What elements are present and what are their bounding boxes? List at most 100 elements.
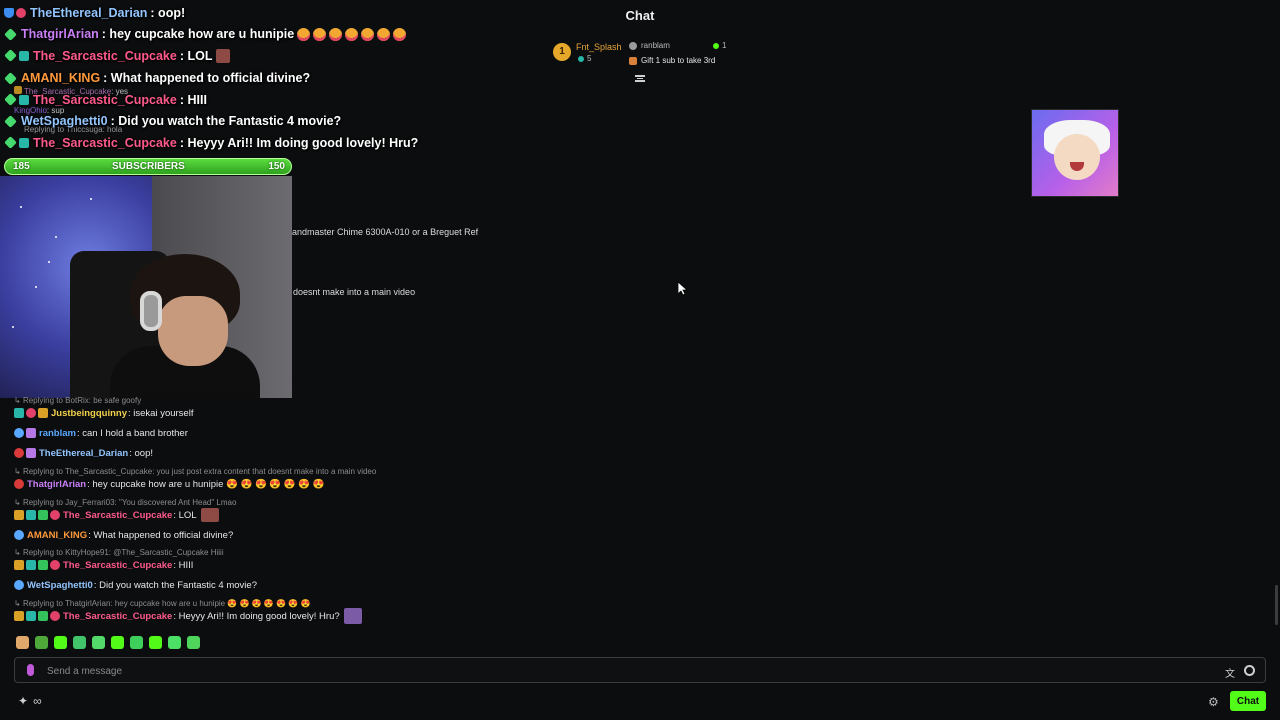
chat-username[interactable]: AMANI_KING <box>27 530 87 541</box>
chat-username[interactable]: The_Sarcastic_Cupcake <box>63 560 172 571</box>
emoji-icon[interactable] <box>1244 665 1255 676</box>
heart-badge-icon <box>50 560 60 570</box>
gifter-name[interactable]: Fnt_Splash <box>576 42 622 52</box>
overlay-message: WetSpaghetti0: Did you watch the Fantast… <box>4 110 341 132</box>
emote-icon[interactable] <box>168 636 181 649</box>
mouse-cursor-icon <box>677 281 689 296</box>
chat-text: : Did you watch the Fantastic 4 movie? <box>93 579 257 591</box>
sub-goal-current: 185 <box>13 161 30 172</box>
crown-icon <box>14 560 24 570</box>
chat-username[interactable]: TheEthereal_Darian <box>39 448 128 459</box>
emote-icon[interactable] <box>73 636 86 649</box>
collapse-icon[interactable] <box>635 75 645 83</box>
overlay-message: The_Sarcastic_Cupcake: HIII <box>4 89 207 111</box>
chat-username[interactable]: ThatgirlArian <box>27 479 86 490</box>
chat-button[interactable]: Chat <box>1230 691 1266 711</box>
infinity-icon[interactable]: ∞ <box>33 694 42 708</box>
sub-goal-label: SUBSCRIBERS <box>112 161 185 172</box>
heart-badge-icon <box>50 611 60 621</box>
chat-text: : isekai yourself <box>128 407 194 419</box>
reply-context[interactable]: Replying to BotRix: be safe goofy <box>14 396 141 405</box>
chat-message[interactable]: The_Sarcastic_Cupcake: Heyyy Ari!! Im do… <box>14 608 362 624</box>
emote-icon[interactable] <box>54 636 67 649</box>
gift-badge-icon <box>26 448 36 458</box>
sub-icon <box>713 42 719 49</box>
webcam-feed <box>0 176 292 398</box>
chat-message[interactable]: The_Sarcastic_Cupcake: HIII <box>14 558 193 572</box>
rank-badge: 1 <box>553 43 571 61</box>
recipient-name: ranblam <box>641 41 670 50</box>
heart-badge-icon <box>50 510 60 520</box>
sub-badge-icon <box>38 510 48 520</box>
sub-goal-target: 150 <box>268 161 285 172</box>
truncated-message: doesnt make into a main video <box>293 287 416 297</box>
chat-message[interactable]: The_Sarcastic_Cupcake: LOL <box>14 508 219 522</box>
chat-message[interactable]: AMANI_KING: What happened to official di… <box>14 528 233 542</box>
subscriber-badge-icon <box>26 611 36 621</box>
subscriber-icon <box>19 95 29 105</box>
emote-icon[interactable] <box>92 636 105 649</box>
subscriber-icon <box>19 51 29 61</box>
message-input[interactable] <box>47 662 1197 680</box>
subscriber-badge-icon <box>14 408 24 418</box>
gift-leaderboard[interactable]: 1 Fnt_Splash 5 ranblam 1 Gift 1 sub to t… <box>553 38 743 68</box>
subscriber-badge-icon <box>26 510 36 520</box>
gift-message: Gift 1 sub to take 3rd <box>629 56 715 65</box>
gifter-count-value: 5 <box>587 54 592 63</box>
chat-username[interactable]: The_Sarcastic_Cupcake <box>63 611 172 622</box>
subscriber-badge-icon <box>26 560 36 570</box>
emote-icon[interactable] <box>111 636 124 649</box>
reply-context[interactable]: Replying to Jay_Ferrari03: "You discover… <box>14 498 237 507</box>
chat-username[interactable]: WetSpaghetti0 <box>27 580 93 591</box>
microphone-icon[interactable] <box>27 664 34 676</box>
emote-icon[interactable] <box>149 636 162 649</box>
sub-badge-icon <box>38 611 48 621</box>
emote-icon[interactable] <box>187 636 200 649</box>
subscriber-goal-bar: 185 SUBSCRIBERS 150 <box>4 158 292 175</box>
chat-text: : can I hold a band brother <box>76 427 188 439</box>
chat-username[interactable]: ranblam <box>39 428 76 439</box>
avatar <box>14 479 24 489</box>
overlay-message: ThatgirlArian: hey cupcake how are u hun… <box>4 23 407 45</box>
recipient-count: 1 <box>713 41 726 50</box>
reply-context[interactable]: Replying to KittyHope91: @The_Sarcastic_… <box>14 548 224 557</box>
subscriber-icon <box>19 138 29 148</box>
reply-context[interactable]: Replying to ThatgirlArian: hey cupcake h… <box>14 599 310 608</box>
translate-icon[interactable]: 文 <box>1225 665 1235 680</box>
footer-left-icons: ✦ ∞ <box>18 694 42 708</box>
heart-badge-icon <box>26 408 36 418</box>
chat-username[interactable]: Justbeingquinny <box>51 408 127 419</box>
chat-message[interactable]: TheEthereal_Darian: oop! <box>14 446 153 460</box>
crown-icon <box>14 510 24 520</box>
sub-icon <box>578 55 584 62</box>
chat-text: : Heyyy Ari!! Im doing good lovely! Hru? <box>173 610 340 622</box>
avatar <box>629 41 637 50</box>
chat-username[interactable]: The_Sarcastic_Cupcake <box>63 510 172 521</box>
chat-message[interactable]: ThatgirlArian: hey cupcake how are u hun… <box>14 477 325 491</box>
chat-message[interactable]: WetSpaghetti0: Did you watch the Fantast… <box>14 578 257 592</box>
recipient[interactable]: ranblam <box>629 41 670 50</box>
chat-message[interactable]: ranblam: can I hold a band brother <box>14 426 188 440</box>
reply-context[interactable]: Replying to The_Sarcastic_Cupcake: you j… <box>14 467 376 476</box>
gear-icon[interactable]: ⚙ <box>1208 695 1219 709</box>
emote-icon[interactable] <box>35 636 48 649</box>
avatar <box>14 428 24 438</box>
overlay-message: AMANI_KING: What happened to official di… <box>4 67 310 89</box>
diamond-icon <box>4 114 17 128</box>
sparkle-icon[interactable]: ✦ <box>18 694 28 708</box>
chat-text: : hey cupcake how are u hunipie 😍 😍 😍 😍 … <box>87 478 325 490</box>
emote-image <box>200 508 219 522</box>
emote-icon[interactable] <box>130 636 143 649</box>
gifter-count: 5 <box>578 54 591 63</box>
diamond-icon <box>4 27 17 41</box>
chat-message[interactable]: Justbeingquinny: isekai yourself <box>14 406 193 420</box>
gift-icon <box>629 56 637 65</box>
emote-icon[interactable] <box>16 636 29 649</box>
overlay-message: TheEthereal_Darian: oop! <box>4 2 185 24</box>
diamond-icon <box>4 93 17 106</box>
avatar <box>14 530 24 540</box>
page-title: Chat <box>625 8 655 23</box>
avatar <box>14 580 24 590</box>
chat-text: : LOL <box>173 509 197 521</box>
scrollbar[interactable] <box>1275 585 1278 625</box>
